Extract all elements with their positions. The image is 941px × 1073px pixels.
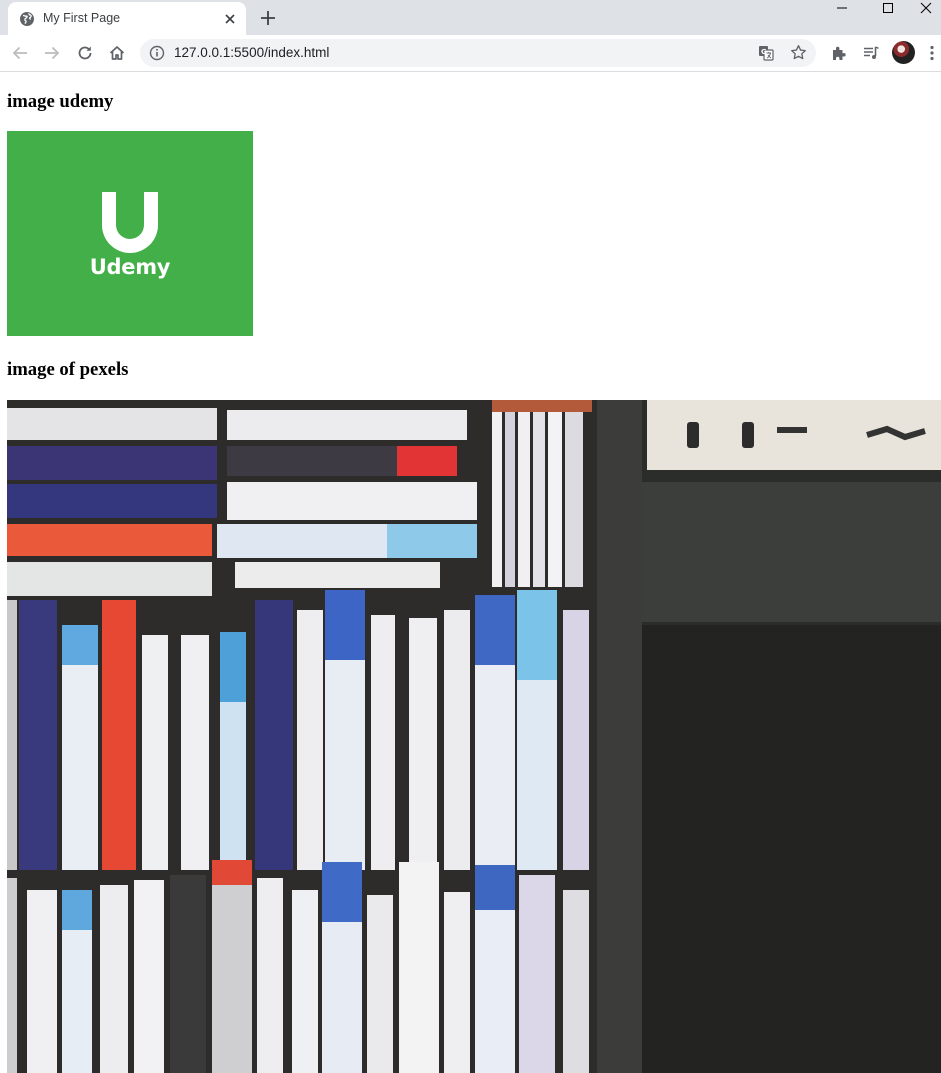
close-icon [920,2,932,14]
tab-title: My First Page [43,11,121,25]
pexels-photo-vhs-tapes [7,400,941,1073]
udemy-wordmark: Udemy [89,255,171,279]
maximize-icon [883,3,893,13]
media-control-button[interactable] [861,43,881,63]
close-icon[interactable] [222,11,238,27]
back-button[interactable] [10,43,30,63]
globe-icon [20,12,34,26]
translate-icon[interactable]: G [758,45,774,61]
tab-strip: My First Page [0,0,941,35]
address-bar[interactable]: 127.0.0.1:5500/index.html G [140,39,816,67]
url-text: 127.0.0.1:5500/index.html [174,45,330,60]
window-close-button[interactable] [911,0,941,16]
heading-image-udemy: image udemy [7,91,114,112]
extensions-button[interactable] [829,43,849,63]
playlist-icon [864,46,879,59]
minimize-icon [837,7,847,9]
browser-menu-button[interactable] [925,43,939,63]
forward-button[interactable] [42,43,62,63]
plus-icon[interactable] [258,8,278,28]
home-button[interactable] [107,43,127,63]
reload-icon [78,46,92,60]
home-icon [109,46,125,60]
heading-image-pexels: image of pexels [7,359,129,380]
svg-text:G: G [761,48,767,56]
puzzle-icon [833,46,846,60]
kebab-menu-icon [930,45,934,61]
browser-tab[interactable]: My First Page [8,2,246,35]
minimize-button[interactable] [819,0,865,16]
page-viewport: image udemy Udemy image of pexels [0,72,941,1073]
browser-toolbar: 127.0.0.1:5500/index.html G [0,35,941,72]
star-icon[interactable] [790,44,807,61]
udemy-u-mark [102,192,158,253]
reload-button[interactable] [75,43,95,63]
info-icon[interactable] [149,45,165,61]
maximize-button[interactable] [865,0,911,16]
arrow-right-icon [45,46,60,60]
arrow-left-icon [12,46,27,60]
profile-avatar[interactable] [892,41,915,64]
udemy-logo-image: Udemy [7,131,253,336]
